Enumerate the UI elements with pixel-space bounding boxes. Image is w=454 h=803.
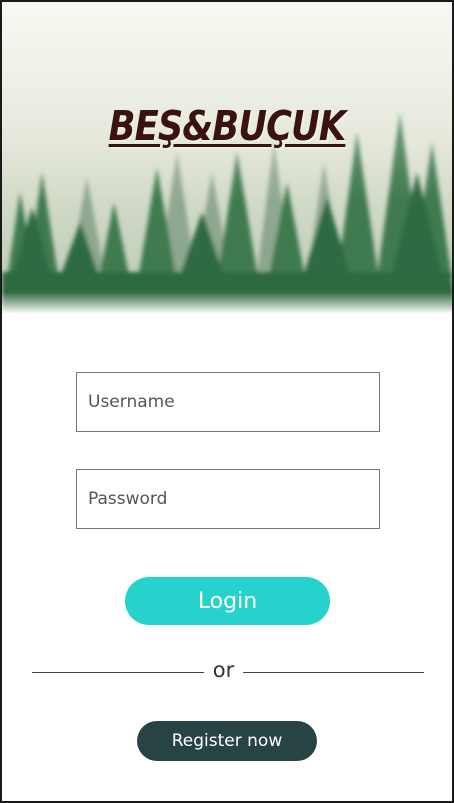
register-button[interactable]: Register now [137,721,317,761]
divider-or-text: or [212,658,235,682]
app-frame: BEŞ&BUÇUK Login or Register now [0,0,454,803]
brand-title: BEŞ&BUÇUK [108,102,347,150]
login-button[interactable]: Login [125,577,330,625]
forest-background-image [2,2,452,314]
username-input[interactable] [76,372,380,432]
password-input[interactable] [76,469,380,529]
hero-fade [2,292,452,314]
header-hero: BEŞ&BUÇUK [2,2,452,314]
divider-line-left [32,672,204,673]
divider-line-right [243,672,424,673]
